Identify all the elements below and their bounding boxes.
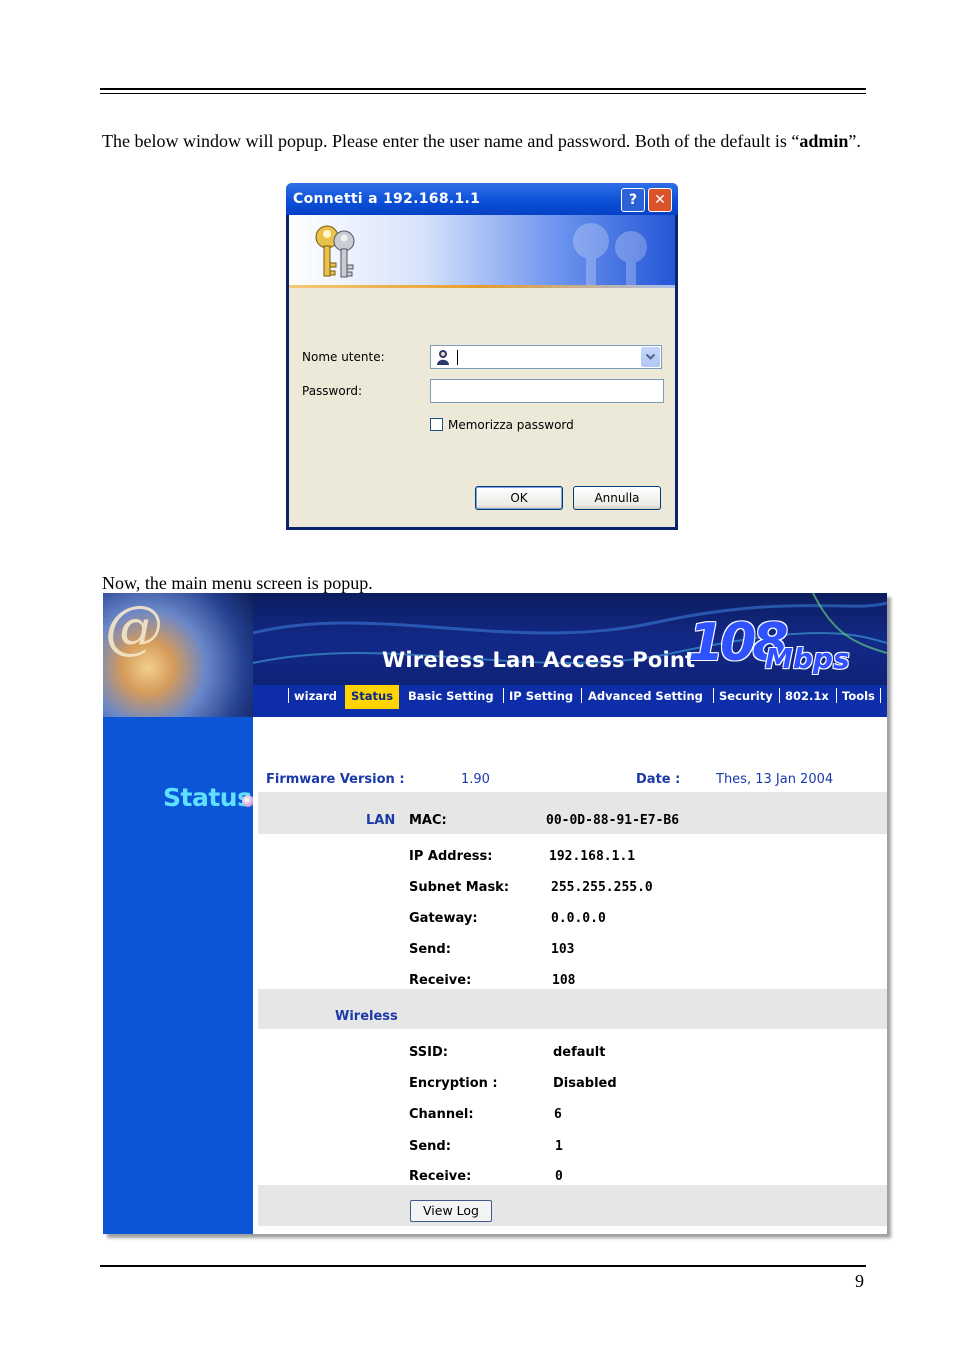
nav-separator — [880, 688, 881, 703]
intro-paragraph: The below window will popup. Please ente… — [102, 130, 864, 152]
nav-separator — [581, 688, 582, 703]
channel-label: Channel: — [409, 1107, 474, 1122]
lan-section-title: LAN — [366, 813, 396, 828]
nav-separator — [288, 688, 289, 703]
router-title: Wireless Lan Access Point — [382, 648, 696, 672]
router-header: @ Wireless Lan Access Point 108 Mbps wiz… — [103, 593, 887, 717]
cancel-button[interactable]: Annulla — [573, 486, 661, 510]
date-value: Thes, 13 Jan 2004 — [716, 772, 834, 787]
keys-icon — [315, 225, 355, 278]
nav-security[interactable]: Security — [719, 685, 773, 709]
dialog-banner — [289, 215, 675, 288]
router-logo-image: @ — [103, 593, 253, 717]
wireless-receive-value: 0 — [555, 1169, 563, 1184]
mac-label: MAC: — [409, 813, 447, 828]
help-button[interactable]: ? — [621, 188, 645, 212]
date-label: Date : — [636, 772, 681, 787]
user-icon — [437, 350, 449, 365]
router-status-page: @ Wireless Lan Access Point 108 Mbps wiz… — [103, 593, 887, 1234]
gateway-value: 0.0.0.0 — [551, 911, 606, 926]
status-content: Firmware Version : 1.90 Date : Thes, 13 … — [253, 717, 887, 1234]
wireless-section-title: Wireless — [335, 1009, 398, 1024]
mac-value: 00-0D-88-91-E7-B6 — [546, 813, 680, 828]
nav-separator — [503, 688, 504, 703]
nav-status[interactable]: Status — [345, 685, 400, 709]
encryption-value: Disabled — [553, 1076, 617, 1091]
wireless-send-value: 1 — [555, 1139, 563, 1154]
login-dialog: Connetti a 192.168.1.1 ? ✕ Nome utente: … — [286, 183, 678, 530]
close-button[interactable]: ✕ — [648, 188, 672, 212]
now-paragraph: Now, the main menu screen is popup. — [102, 573, 373, 593]
lan-receive-value: 108 — [552, 973, 576, 988]
text-caret — [457, 350, 458, 365]
dialog-body: Nome utente: Password: Memorizza passwor… — [289, 288, 675, 527]
intro-bold-admin: admin — [799, 131, 849, 151]
header-rule-thin — [100, 93, 866, 94]
dialog-title: Connetti a 192.168.1.1 — [293, 191, 481, 207]
remember-password-checkbox[interactable] — [430, 418, 443, 431]
ip-address-label: IP Address: — [409, 849, 493, 864]
ok-button[interactable]: OK — [475, 486, 563, 510]
wireless-send-label: Send: — [409, 1139, 451, 1154]
nav-basic-setting[interactable]: Basic Setting — [408, 685, 494, 709]
remember-password-label[interactable]: Memorizza password — [448, 418, 574, 432]
dropdown-button[interactable] — [641, 347, 660, 367]
nav-separator — [836, 688, 837, 703]
lan-send-label: Send: — [409, 942, 451, 957]
ip-address-value: 192.168.1.1 — [549, 849, 636, 864]
intro-text: The below window will popup. Please ente… — [102, 131, 800, 151]
username-label: Nome utente: — [302, 350, 385, 364]
ssid-label: SSID: — [409, 1045, 448, 1060]
page-number: 9 — [855, 1271, 864, 1291]
nav-separator — [779, 688, 780, 703]
nav-advanced-setting[interactable]: Advanced Setting — [588, 685, 703, 709]
view-log-button[interactable]: View Log — [410, 1200, 492, 1222]
firmware-label: Firmware Version : — [266, 772, 405, 787]
encryption-label: Encryption : — [409, 1076, 498, 1091]
chevron-down-icon — [646, 354, 655, 360]
firmware-value: 1.90 — [461, 772, 490, 787]
nav-wizard[interactable]: wizard — [294, 685, 337, 709]
viewlog-band — [258, 1185, 887, 1226]
password-input[interactable] — [430, 379, 664, 403]
nav-separator — [713, 688, 714, 703]
sidebar-title: Status — [163, 783, 252, 812]
footer-rule — [100, 1265, 866, 1267]
channel-value: 6 — [554, 1107, 562, 1122]
at-sign-icon: @ — [105, 593, 163, 661]
lan-receive-label: Receive: — [409, 973, 472, 988]
lan-send-value: 103 — [551, 942, 575, 957]
password-label: Password: — [302, 384, 363, 398]
speed-unit: Mbps — [765, 642, 850, 675]
wireless-receive-label: Receive: — [409, 1169, 472, 1184]
gateway-label: Gateway: — [409, 911, 478, 926]
nav-tools[interactable]: Tools — [842, 685, 875, 709]
intro-text-end: ”. — [848, 131, 861, 151]
nav-ip-setting[interactable]: IP Setting — [509, 685, 573, 709]
router-nav-bar: wizard Status Basic Setting IP Setting A… — [253, 685, 887, 717]
username-combobox[interactable] — [430, 345, 662, 369]
router-sidebar: Status — [103, 717, 254, 1234]
header-rule-thick — [100, 88, 866, 90]
subnet-mask-value: 255.255.255.0 — [551, 880, 653, 895]
nav-802-1x[interactable]: 802.1x — [785, 685, 829, 709]
ssid-value: default — [553, 1045, 606, 1060]
keys-watermark-icon — [573, 223, 647, 288]
subnet-mask-label: Subnet Mask: — [409, 880, 510, 895]
dialog-titlebar[interactable]: Connetti a 192.168.1.1 ? ✕ — [286, 183, 678, 215]
